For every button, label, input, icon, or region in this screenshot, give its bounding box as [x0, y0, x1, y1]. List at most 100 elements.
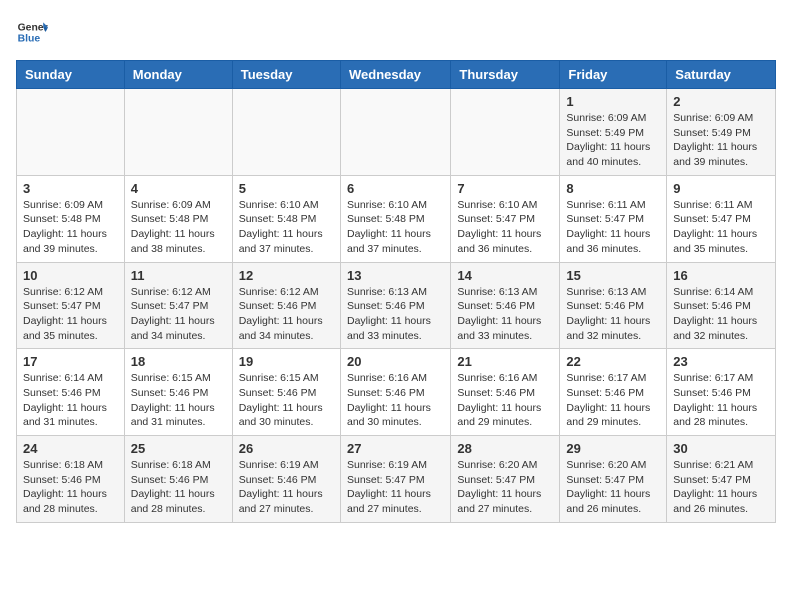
day-info: Sunrise: 6:20 AM Sunset: 5:47 PM Dayligh… [566, 458, 660, 517]
day-number: 16 [673, 268, 769, 283]
calendar-cell: 12 Sunrise: 6:12 AM Sunset: 5:46 PM Dayli… [232, 262, 340, 349]
weekday-header: Monday [124, 61, 232, 89]
calendar-cell: 6 Sunrise: 6:10 AM Sunset: 5:48 PM Daylig… [340, 175, 450, 262]
calendar-cell: 14 Sunrise: 6:13 AM Sunset: 5:46 PM Dayli… [451, 262, 560, 349]
day-info: Sunrise: 6:18 AM Sunset: 5:46 PM Dayligh… [23, 458, 118, 517]
calendar-cell: 30 Sunrise: 6:21 AM Sunset: 5:47 PM Dayli… [667, 436, 776, 523]
calendar-cell: 21Sunrise: 6:16 AM Sunset: 5:46 PM Dayli… [451, 349, 560, 436]
day-number: 5 [239, 181, 334, 196]
calendar-cell: 13Sunrise: 6:13 AM Sunset: 5:46 PM Dayli… [340, 262, 450, 349]
calendar-week-row: 1 Sunrise: 6:09 AM Sunset: 5:49 PM Daylig… [17, 89, 776, 176]
day-number: 18 [131, 354, 226, 369]
day-info: Sunrise: 6:16 AM Sunset: 5:46 PM Dayligh… [457, 371, 553, 430]
calendar-cell: 19 Sunrise: 6:15 AM Sunset: 5:46 PM Dayli… [232, 349, 340, 436]
day-info: Sunrise: 6:15 AM Sunset: 5:46 PM Dayligh… [239, 371, 334, 430]
calendar-cell: 8 Sunrise: 6:11 AM Sunset: 5:47 PM Daylig… [560, 175, 667, 262]
calendar-cell [232, 89, 340, 176]
day-info: Sunrise: 6:13 AM Sunset: 5:46 PM Dayligh… [566, 285, 660, 344]
weekday-header: Sunday [17, 61, 125, 89]
day-info: Sunrise: 6:20 AM Sunset: 5:47 PM Dayligh… [457, 458, 553, 517]
calendar-cell: 26Sunrise: 6:19 AM Sunset: 5:46 PM Dayli… [232, 436, 340, 523]
calendar-cell: 1 Sunrise: 6:09 AM Sunset: 5:49 PM Daylig… [560, 89, 667, 176]
calendar-cell [17, 89, 125, 176]
day-info: Sunrise: 6:12 AM Sunset: 5:46 PM Dayligh… [239, 285, 334, 344]
day-info: Sunrise: 6:19 AM Sunset: 5:47 PM Dayligh… [347, 458, 444, 517]
calendar-week-row: 17 Sunrise: 6:14 AM Sunset: 5:46 PM Dayli… [17, 349, 776, 436]
day-info: Sunrise: 6:09 AM Sunset: 5:48 PM Dayligh… [23, 198, 118, 257]
day-number: 8 [566, 181, 660, 196]
calendar-cell: 2 Sunrise: 6:09 AM Sunset: 5:49 PM Daylig… [667, 89, 776, 176]
day-info: Sunrise: 6:19 AM Sunset: 5:46 PM Dayligh… [239, 458, 334, 517]
day-info: Sunrise: 6:13 AM Sunset: 5:46 PM Dayligh… [457, 285, 553, 344]
calendar-cell: 20 Sunrise: 6:16 AM Sunset: 5:46 PM Dayli… [340, 349, 450, 436]
day-info: Sunrise: 6:17 AM Sunset: 5:46 PM Dayligh… [673, 371, 769, 430]
day-number: 10 [23, 268, 118, 283]
calendar-cell [340, 89, 450, 176]
calendar-cell: 24 Sunrise: 6:18 AM Sunset: 5:46 PM Dayli… [17, 436, 125, 523]
day-info: Sunrise: 6:11 AM Sunset: 5:47 PM Dayligh… [566, 198, 660, 257]
day-info: Sunrise: 6:09 AM Sunset: 5:49 PM Dayligh… [566, 111, 660, 170]
day-info: Sunrise: 6:18 AM Sunset: 5:46 PM Dayligh… [131, 458, 226, 517]
day-info: Sunrise: 6:14 AM Sunset: 5:46 PM Dayligh… [673, 285, 769, 344]
day-info: Sunrise: 6:17 AM Sunset: 5:46 PM Dayligh… [566, 371, 660, 430]
day-info: Sunrise: 6:14 AM Sunset: 5:46 PM Dayligh… [23, 371, 118, 430]
day-number: 25 [131, 441, 226, 456]
day-number: 19 [239, 354, 334, 369]
weekday-header: Wednesday [340, 61, 450, 89]
calendar-cell [451, 89, 560, 176]
calendar-cell: 25 Sunrise: 6:18 AM Sunset: 5:46 PM Dayli… [124, 436, 232, 523]
day-number: 12 [239, 268, 334, 283]
day-info: Sunrise: 6:15 AM Sunset: 5:46 PM Dayligh… [131, 371, 226, 430]
day-info: Sunrise: 6:10 AM Sunset: 5:48 PM Dayligh… [239, 198, 334, 257]
calendar-week-row: 24 Sunrise: 6:18 AM Sunset: 5:46 PM Dayli… [17, 436, 776, 523]
calendar-week-row: 3Sunrise: 6:09 AM Sunset: 5:48 PM Daylig… [17, 175, 776, 262]
calendar-cell: 16 Sunrise: 6:14 AM Sunset: 5:46 PM Dayli… [667, 262, 776, 349]
calendar-week-row: 10 Sunrise: 6:12 AM Sunset: 5:47 PM Dayli… [17, 262, 776, 349]
weekday-header: Tuesday [232, 61, 340, 89]
calendar-cell: 22Sunrise: 6:17 AM Sunset: 5:46 PM Dayli… [560, 349, 667, 436]
day-number: 30 [673, 441, 769, 456]
day-info: Sunrise: 6:12 AM Sunset: 5:47 PM Dayligh… [23, 285, 118, 344]
calendar-cell: 9 Sunrise: 6:11 AM Sunset: 5:47 PM Daylig… [667, 175, 776, 262]
day-number: 14 [457, 268, 553, 283]
day-number: 11 [131, 268, 226, 283]
day-number: 24 [23, 441, 118, 456]
day-number: 6 [347, 181, 444, 196]
calendar-cell: 15 Sunrise: 6:13 AM Sunset: 5:46 PM Dayli… [560, 262, 667, 349]
day-number: 20 [347, 354, 444, 369]
day-number: 1 [566, 94, 660, 109]
calendar-cell: 18 Sunrise: 6:15 AM Sunset: 5:46 PM Dayli… [124, 349, 232, 436]
day-number: 9 [673, 181, 769, 196]
day-info: Sunrise: 6:10 AM Sunset: 5:47 PM Dayligh… [457, 198, 553, 257]
calendar-cell: 4 Sunrise: 6:09 AM Sunset: 5:48 PM Daylig… [124, 175, 232, 262]
day-info: Sunrise: 6:21 AM Sunset: 5:47 PM Dayligh… [673, 458, 769, 517]
day-number: 2 [673, 94, 769, 109]
day-info: Sunrise: 6:12 AM Sunset: 5:47 PM Dayligh… [131, 285, 226, 344]
day-number: 29 [566, 441, 660, 456]
day-info: Sunrise: 6:09 AM Sunset: 5:49 PM Dayligh… [673, 111, 769, 170]
logo-icon: General Blue [16, 16, 48, 48]
calendar-table: SundayMondayTuesdayWednesdayThursdayFrid… [16, 60, 776, 523]
day-number: 17 [23, 354, 118, 369]
day-number: 23 [673, 354, 769, 369]
day-info: Sunrise: 6:11 AM Sunset: 5:47 PM Dayligh… [673, 198, 769, 257]
day-number: 4 [131, 181, 226, 196]
calendar-cell: 28Sunrise: 6:20 AM Sunset: 5:47 PM Dayli… [451, 436, 560, 523]
weekday-header: Saturday [667, 61, 776, 89]
calendar-cell: 11 Sunrise: 6:12 AM Sunset: 5:47 PM Dayli… [124, 262, 232, 349]
day-info: Sunrise: 6:10 AM Sunset: 5:48 PM Dayligh… [347, 198, 444, 257]
day-number: 7 [457, 181, 553, 196]
calendar-cell: 29 Sunrise: 6:20 AM Sunset: 5:47 PM Dayli… [560, 436, 667, 523]
day-info: Sunrise: 6:16 AM Sunset: 5:46 PM Dayligh… [347, 371, 444, 430]
day-info: Sunrise: 6:09 AM Sunset: 5:48 PM Dayligh… [131, 198, 226, 257]
weekday-header: Thursday [451, 61, 560, 89]
day-info: Sunrise: 6:13 AM Sunset: 5:46 PM Dayligh… [347, 285, 444, 344]
calendar-cell: 10 Sunrise: 6:12 AM Sunset: 5:47 PM Dayli… [17, 262, 125, 349]
day-number: 15 [566, 268, 660, 283]
calendar-cell: 23 Sunrise: 6:17 AM Sunset: 5:46 PM Dayli… [667, 349, 776, 436]
calendar-cell [124, 89, 232, 176]
page-header: General Blue [16, 16, 776, 48]
calendar-cell: 7 Sunrise: 6:10 AM Sunset: 5:47 PM Daylig… [451, 175, 560, 262]
logo: General Blue [16, 16, 48, 48]
svg-text:Blue: Blue [18, 34, 41, 45]
